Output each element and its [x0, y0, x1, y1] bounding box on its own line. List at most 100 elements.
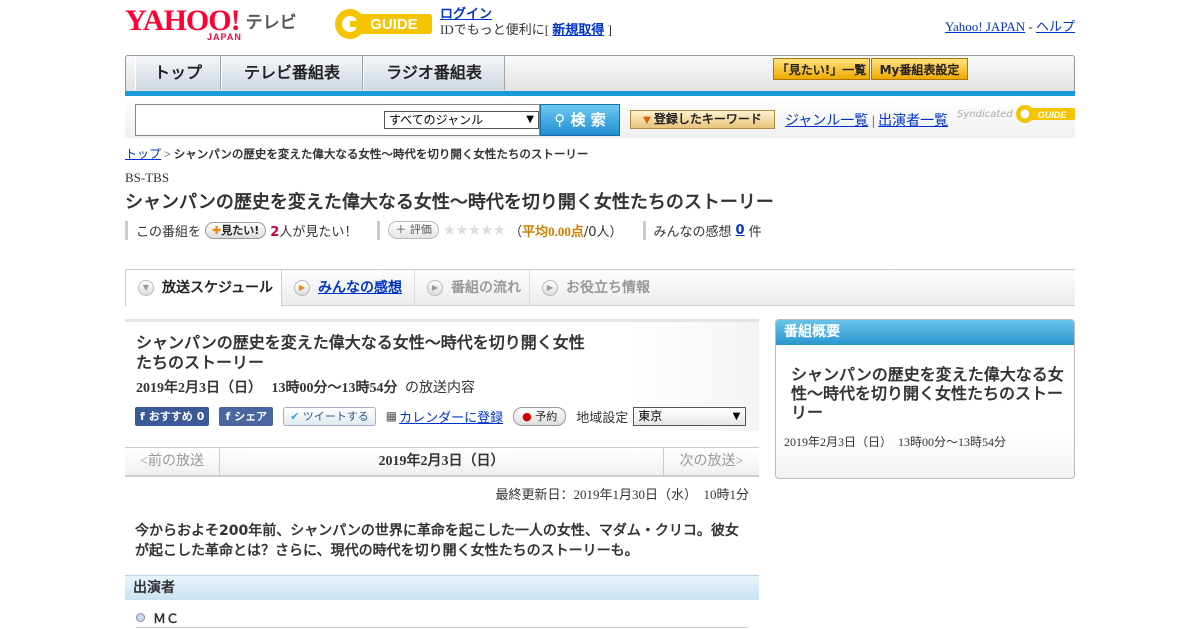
watchers-count: 2 [270, 224, 280, 240]
channel-name: BS-TBS [125, 170, 170, 185]
page-title: シャンパンの歴史を変えた偉大なる女性～時代を切り開く女性たちのストーリー [125, 192, 774, 213]
broadcast-title: シャンパンの歴史を変えた偉大なる女性～時代を切り開く女性たちのストーリー [136, 333, 585, 372]
facebook-icon: f [140, 409, 145, 423]
genre-list-link[interactable]: ジャンル一覧 [785, 114, 868, 129]
facebook-recommend-button[interactable]: f おすすめ 0 [135, 406, 210, 426]
chevron-right-icon: ▶ [542, 280, 558, 296]
facebook-recommend-count: 0 [196, 409, 205, 423]
reserve-button[interactable]: ● 予約 [513, 406, 567, 426]
logo-japan-text: JAPAN [207, 32, 242, 42]
rating-stars-icon: ★★★★★ [442, 221, 506, 239]
chevron-right-icon: ▶ [427, 280, 443, 296]
keyword-button-label: 登録したキーワード [653, 112, 762, 126]
nav-tab-tv-schedule[interactable]: テレビ番組表 [221, 56, 363, 90]
mitai-button-label: 見たい! [221, 223, 260, 237]
top-links-separator: - [1028, 19, 1033, 34]
yahoo-tv-logo[interactable]: YAHOO! JAPAN テレビ [125, 6, 297, 43]
genre-links: ジャンル一覧 | 出演者一覧 [785, 110, 948, 130]
broadcast-time: 13時00分～13時54分 [271, 381, 398, 396]
genre-select-value: すべてのジャンル [389, 113, 484, 127]
tab-info[interactable]: ▶ お役立ち情報 [530, 270, 660, 306]
next-broadcast-link[interactable]: 次の放送> [663, 448, 759, 476]
tweet-button[interactable]: ✔ ツイートする [283, 406, 376, 426]
record-icon: ● [522, 409, 536, 423]
yahoo-japan-link[interactable]: Yahoo! JAPAN [945, 19, 1025, 34]
calendar-register-link[interactable]: カレンダーに登録 [399, 407, 503, 426]
chevron-down-icon: ▼ [138, 280, 154, 296]
region-select[interactable]: 東京 ▼ [633, 406, 747, 426]
keyword-button[interactable]: ▼ 登録したキーワード [630, 110, 775, 129]
login-box: ログイン IDでもっと便利に[ 新規取得 ] [440, 6, 612, 38]
program-description: 今からおよそ200年前、シャンパンの世界に革命を起こした一人の女性、マダム・クリ… [135, 523, 739, 559]
prev-broadcast-link[interactable]: <前の放送 [125, 448, 220, 476]
avg-close: /0人） [583, 224, 623, 240]
broadcast-date-suffix: の放送内容 [405, 381, 475, 396]
region-select-value: 東京 [638, 408, 663, 423]
gguide-logo[interactable]: GUIDE [334, 6, 434, 42]
share-row: f おすすめ 0 f シェア ✔ ツイートする ▦ カレンダーに登録 ● 予約 … [135, 406, 747, 426]
gguide-text: GUIDE [370, 16, 418, 33]
this-program-label: この番組を [136, 224, 202, 240]
login-link[interactable]: ログイン [440, 6, 492, 21]
nav-tab-radio-schedule[interactable]: ラジオ番組表 [363, 56, 505, 90]
mitai-list-button[interactable]: 「見たい!」一覧 [773, 58, 870, 80]
rating-segment: ＋ 評価 ★★★★★ （平均0.00点/0人） [377, 220, 623, 240]
tab-flow-label: 番組の流れ [451, 280, 521, 296]
signup-link[interactable]: 新規取得 [552, 22, 604, 37]
gguide-small-text: GUIDE [1038, 110, 1068, 120]
breadcrumb-home[interactable]: トップ [125, 147, 161, 161]
mitai-button[interactable]: ✚見たい! [205, 221, 267, 239]
impressions-suffix: 件 [748, 224, 762, 240]
search-icon: ⚲ [554, 111, 566, 129]
impressions-count-link[interactable]: 0 [736, 223, 745, 238]
help-link[interactable]: ヘルプ [1036, 19, 1075, 34]
program-meta: この番組を ✚見たい! 2人が見たい！ ＋ 評価 ★★★★★ （平均0.00点/… [125, 220, 782, 240]
chevron-right-icon: ▶ [294, 280, 310, 296]
last-updated: 最終更新日：2019年1月30日（水） 10時1分 [495, 487, 749, 502]
login-note-prefix: IDでもっと便利に[ [440, 22, 550, 37]
chevron-down-icon: ▼ [526, 114, 534, 125]
chevron-down-icon: ▼ [732, 410, 741, 422]
plus-icon: ＋ [395, 223, 410, 236]
tab-impressions-label[interactable]: みんなの感想 [318, 271, 402, 305]
calendar-icon: ▦ [385, 409, 398, 423]
date-navigation: <前の放送 2019年2月3日（日） 次の放送> [125, 447, 759, 477]
content-tabs: ▼ 放送スケジュール ▶ みんなの感想 ▶ 番組の流れ ▶ お役立ち情報 [125, 269, 1075, 307]
facebook-share-label: シェア [234, 409, 268, 423]
program-summary-header: 番組概要 [776, 320, 1074, 345]
main-nav: トップ テレビ番組表 ラジオ番組表 「見たい!」一覧 My番組表設定 [125, 55, 1075, 91]
broadcast-datetime: 2019年2月3日（日） 13時00分～13時54分 の放送内容 [136, 377, 475, 397]
tab-flow[interactable]: ▶ 番組の流れ [415, 270, 530, 306]
rate-button[interactable]: ＋ 評価 [388, 221, 439, 239]
genre-links-divider: | [871, 114, 875, 129]
search-button-label: 検 索 [570, 111, 606, 129]
top-links: Yahoo! JAPAN - ヘルプ [945, 16, 1075, 35]
facebook-icon: f [225, 409, 235, 423]
my-schedule-button[interactable]: My番組表設定 [871, 58, 968, 80]
avg-open: （ [509, 224, 523, 240]
syndicated-label: Syndicated [957, 108, 1013, 120]
breadcrumb-current: シャンパンの歴史を変えた偉大なる女性～時代を切り開く女性たちのストーリー [173, 147, 589, 161]
tab-schedule[interactable]: ▼ 放送スケジュール [125, 269, 282, 307]
watchers-suffix: 人が見たい！ [279, 224, 358, 240]
facebook-share-button[interactable]: f シェア [219, 406, 274, 426]
logo-tv-text: テレビ [245, 13, 297, 33]
nav-tab-top[interactable]: トップ [135, 56, 221, 90]
tab-schedule-label: 放送スケジュール [162, 280, 274, 296]
program-summary-datetime: 2019年2月3日（日） 13時00分～13時54分 [784, 435, 1007, 449]
genre-select[interactable]: すべてのジャンル ▼ [384, 111, 539, 129]
search-button[interactable]: ⚲ 検 索 [540, 104, 620, 136]
impressions-segment: みんなの感想 0件 [642, 220, 762, 240]
program-summary-title: シャンパンの歴史を変えた偉大なる女性～時代を切り開く女性たちのストーリー [791, 365, 1064, 422]
login-note-suffix: ] [607, 22, 612, 37]
cast-list-link[interactable]: 出演者一覧 [878, 114, 948, 129]
broadcast-date: 2019年2月3日（日） [136, 381, 262, 396]
cast-role: ＭＣ [153, 612, 180, 627]
syndicated-gguide-badge: Syndicated GUIDE [957, 103, 1077, 125]
breadcrumb: トップ > シャンパンの歴史を変えた偉大なる女性～時代を切り開く女性たちのストー… [125, 145, 588, 162]
plus-icon: ✚ [212, 223, 222, 237]
tab-info-label: お役立ち情報 [566, 280, 650, 296]
program-summary-panel: 番組概要 シャンパンの歴史を変えた偉大なる女性～時代を切り開く女性たちのストーリ… [775, 319, 1075, 479]
rate-button-label: 評価 [409, 223, 432, 236]
tab-impressions[interactable]: ▶ みんなの感想 [282, 270, 415, 306]
